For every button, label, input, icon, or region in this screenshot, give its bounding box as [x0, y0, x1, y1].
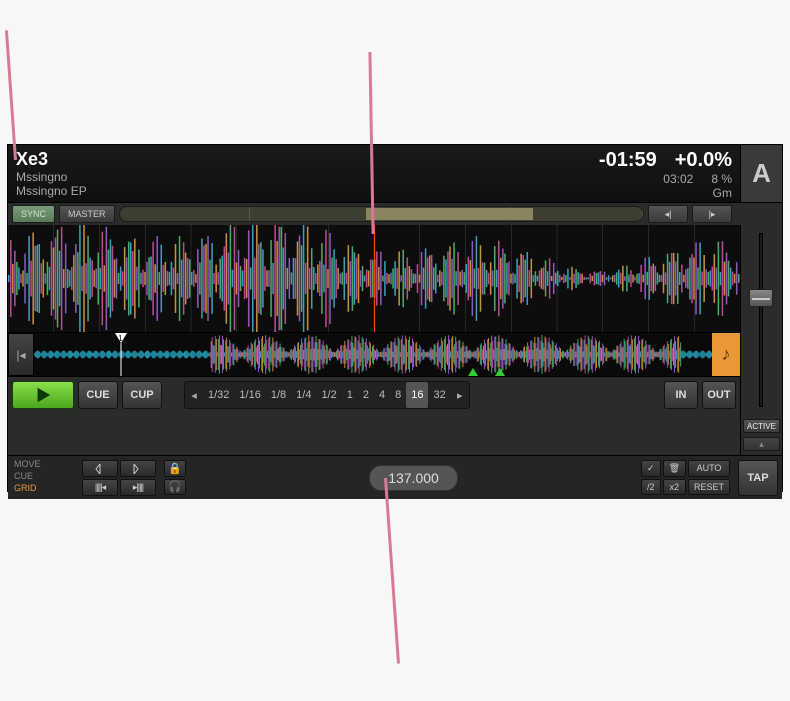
time-remaining: -01:59 [599, 149, 657, 172]
track-artist: Mssingno [16, 170, 583, 184]
mode-cue[interactable]: CUE [14, 470, 72, 482]
mode-grid[interactable]: GRID [14, 482, 72, 494]
grid-store-button[interactable]: ✓ [641, 460, 661, 477]
bpm-display[interactable]: 137.000 [369, 465, 458, 491]
play-button[interactable] [12, 381, 74, 409]
loop-size-32[interactable]: 32 [428, 382, 450, 408]
sync-button[interactable]: SYNC [12, 205, 55, 223]
overview-row: |◂ 1 ♪ [8, 333, 740, 377]
playhead [374, 225, 375, 332]
bpm-double-button[interactable]: x2 [663, 479, 686, 496]
track-key: Gm [713, 186, 732, 200]
time-total: 03:02 [663, 172, 693, 186]
bpm-area: 137.000 [190, 456, 637, 499]
main-waveform[interactable] [8, 225, 740, 333]
loop-size-1-32[interactable]: 1/32 [203, 382, 234, 408]
sync-row: SYNC MASTER ◂| |▸ [8, 203, 782, 225]
deck-letter: A [740, 145, 782, 202]
pitch-track[interactable] [759, 233, 763, 407]
grid-scrub-right[interactable]: ▸||||| [120, 479, 156, 496]
grid-set-left[interactable] [82, 460, 118, 477]
loop-size-4[interactable]: 4 [374, 382, 390, 408]
note-icon: ♪ [722, 344, 731, 365]
master-button[interactable]: MASTER [59, 205, 115, 223]
callout-line-1 [5, 30, 17, 160]
overview-cursor[interactable]: 1 [115, 333, 127, 376]
pitch-fader-area: ACTIVE ▴ [740, 225, 782, 455]
loop-size-selector: ◂ 1/321/161/81/41/212481632 ▸ [184, 381, 470, 409]
cue-marker-2[interactable] [495, 368, 505, 376]
active-button[interactable]: ACTIVE [743, 419, 780, 433]
loop-size-up[interactable]: ▸ [451, 389, 469, 402]
skip-to-start-button[interactable]: |◂ [8, 333, 34, 376]
loop-size-1[interactable]: 1 [342, 382, 358, 408]
loop-size-2[interactable]: 2 [358, 382, 374, 408]
lock-column: 🔒 🎧 [160, 456, 190, 499]
grid-lock-button[interactable]: 🔒 [164, 460, 186, 477]
tempo-range[interactable]: 8 % [711, 172, 732, 186]
mode-move[interactable]: MOVE [14, 458, 72, 470]
bpm-half-button[interactable]: /2 [641, 479, 661, 496]
panel-collapse-button[interactable]: ▴ [743, 437, 780, 451]
auto-button[interactable]: AUTO [688, 460, 730, 477]
nudge-forward-button[interactable]: |▸ [692, 205, 732, 223]
loop-size-1-16[interactable]: 1/16 [234, 382, 265, 408]
cue-button[interactable]: CUE [78, 381, 118, 409]
advanced-panel: MOVE CUE GRID |||||◂ ▸||||| 🔒 🎧 137.000 … [8, 455, 782, 499]
track-header: Xe3 Mssingno Mssingno EP -01:59 +0.0% 03… [8, 145, 782, 203]
track-album: Mssingno EP [16, 184, 583, 198]
transport-row: CUE CUP ◂ 1/321/161/81/41/212481632 ▸ IN… [8, 377, 740, 413]
marker-right-icon [131, 464, 145, 474]
pitch-fader[interactable] [749, 289, 773, 307]
grid-set-right[interactable] [120, 460, 156, 477]
marker-left-icon [93, 464, 107, 474]
headphones-button[interactable]: 🎧 [164, 479, 186, 496]
grid-delete-button[interactable]: 🗑 [663, 460, 686, 477]
overview-svg [34, 333, 712, 376]
cue-marker-1[interactable] [468, 368, 478, 376]
nudge-back-button[interactable]: ◂| [648, 205, 688, 223]
grid-tools: |||||◂ ▸||||| [78, 456, 160, 499]
loop-out-button[interactable]: OUT [702, 381, 736, 409]
deck-a: Xe3 Mssingno Mssingno EP -01:59 +0.0% 03… [7, 144, 783, 492]
metronome-button[interactable]: ♪ [712, 333, 740, 376]
track-info: Xe3 Mssingno Mssingno EP [8, 145, 591, 202]
right-tools: ✓ /2 🗑 x2 AUTO RESET [637, 456, 734, 499]
track-title: Xe3 [16, 149, 583, 170]
reset-button[interactable]: RESET [688, 479, 730, 496]
loop-size-8[interactable]: 8 [390, 382, 406, 408]
loop-size-16[interactable]: 16 [406, 382, 428, 408]
play-icon [34, 386, 52, 404]
loop-size-1-4[interactable]: 1/4 [291, 382, 316, 408]
loop-size-1-2[interactable]: 1/2 [316, 382, 341, 408]
tempo-offset[interactable]: +0.0% [657, 149, 732, 172]
grid-scrub-left[interactable]: |||||◂ [82, 479, 118, 496]
loop-size-1-8[interactable]: 1/8 [266, 382, 291, 408]
loop-in-button[interactable]: IN [664, 381, 698, 409]
svg-text:1: 1 [118, 334, 123, 343]
overview-waveform[interactable]: 1 [34, 333, 712, 376]
loop-size-down[interactable]: ◂ [185, 389, 203, 402]
mode-tabs: MOVE CUE GRID [8, 456, 78, 499]
callout-line-3 [384, 478, 400, 664]
phase-meter[interactable] [119, 206, 644, 222]
track-time-info: -01:59 +0.0% 03:02 8 % Gm [591, 145, 740, 202]
phase-fill [366, 208, 534, 220]
tap-button[interactable]: TAP [738, 460, 778, 496]
main-area: |◂ 1 ♪ CUE [8, 225, 782, 455]
cup-button[interactable]: CUP [122, 381, 162, 409]
